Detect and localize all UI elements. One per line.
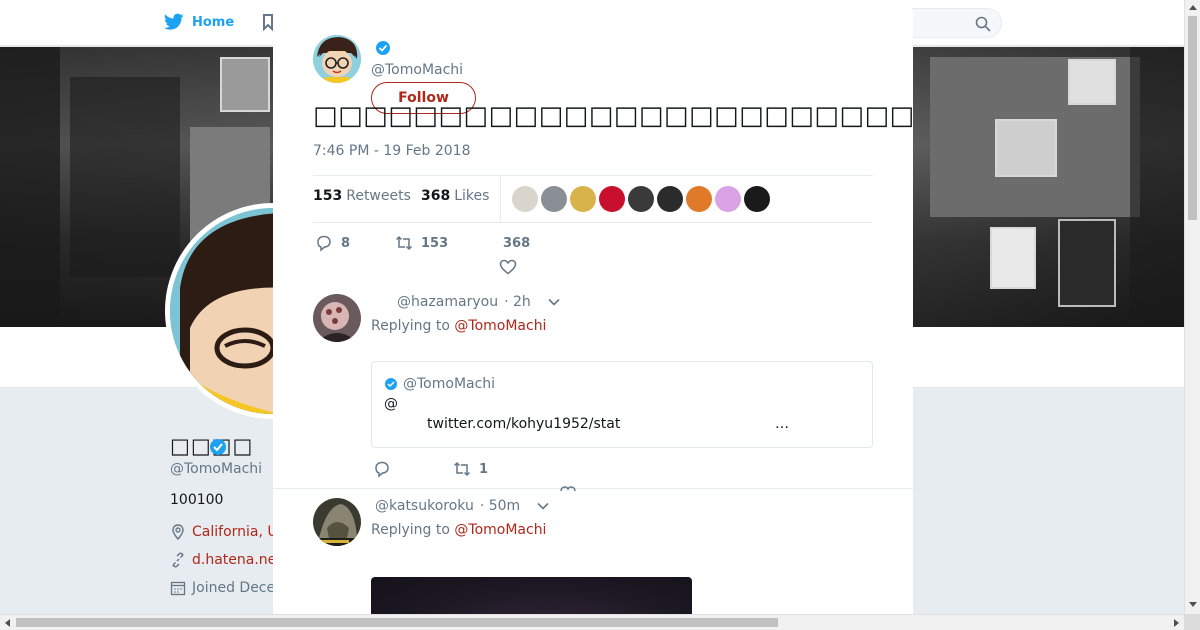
- retweet-icon: [395, 235, 413, 251]
- verified-badge-icon: [385, 378, 397, 390]
- reply-actions: 1: [371, 460, 671, 492]
- reply-avatar[interactable]: [313, 498, 361, 546]
- like-count: 368: [503, 236, 531, 251]
- chevron-down-icon[interactable]: [536, 499, 550, 513]
- reply-action[interactable]: 8: [315, 234, 350, 252]
- reply-tweet[interactable]: @katsukoroku · 50m Replying to @TomoMach…: [273, 490, 913, 614]
- close-icon[interactable]: [1154, 12, 1178, 36]
- liker-avatar[interactable]: [744, 186, 770, 212]
- retweets-label: Retweets: [346, 188, 411, 204]
- scroll-left-arrow-icon[interactable]: [5, 619, 10, 627]
- replying-to: Replying to @TomoMachi: [371, 318, 546, 334]
- reply-header: @hazamaryou · 2h: [371, 294, 561, 310]
- liker-avatars: [512, 186, 770, 212]
- scrollbar-corner: [1184, 614, 1200, 630]
- heart-icon[interactable]: [499, 258, 517, 276]
- tweet-text: □□□□□□□□□□□□□□□□□□□□□□□□□□□□□□□□□□□□□□□□…: [313, 100, 913, 132]
- tweet-text-content: □□□□□□□□□□□□□□□□□□□□□□□□□□□□□□□□□□□□□□□□…: [313, 101, 913, 131]
- reply-handle[interactable]: @katsukoroku: [375, 498, 474, 514]
- vertical-scroll-thumb[interactable]: [1188, 16, 1197, 220]
- reply-count: 8: [341, 235, 351, 251]
- retweet-count: 1: [479, 461, 489, 477]
- liker-avatar[interactable]: [628, 186, 654, 212]
- likes-count: 368: [421, 188, 451, 204]
- retweet-count: 153: [421, 235, 449, 251]
- scroll-right-arrow-icon[interactable]: [1174, 619, 1179, 627]
- author-avatar[interactable]: [313, 35, 361, 83]
- liker-avatar[interactable]: [599, 186, 625, 212]
- horizontal-scrollbar[interactable]: [0, 614, 1184, 630]
- liker-avatar[interactable]: [541, 186, 567, 212]
- scroll-down-arrow-icon[interactable]: [1189, 602, 1197, 607]
- quoted-tweet-link[interactable]: twitter.com/kohyu1952/stat: [427, 416, 620, 432]
- tweet-timestamp[interactable]: 7:46 PM - 19 Feb 2018: [313, 143, 471, 159]
- liker-avatar[interactable]: [686, 186, 712, 212]
- reply-icon: [317, 235, 331, 252]
- retweet-icon: [453, 461, 471, 477]
- verified-badge-icon: [376, 41, 390, 55]
- retweets-stat[interactable]: 153 Retweets: [313, 188, 411, 204]
- horizontal-scroll-thumb[interactable]: [16, 618, 778, 627]
- reply-icon: [375, 461, 389, 478]
- reply-handle[interactable]: @hazamaryou: [397, 294, 498, 310]
- replying-to: Replying to @TomoMachi: [371, 522, 546, 538]
- author-handle[interactable]: @TomoMachi: [371, 62, 463, 78]
- reply-header: @katsukoroku · 50m: [371, 498, 550, 514]
- replying-to-prefix: Replying to: [371, 522, 450, 538]
- tweet-stats: 153 Retweets 368 Likes: [313, 175, 873, 223]
- quoted-tweet-header: @TomoMachi: [384, 376, 495, 392]
- retweet-action[interactable]: 153: [395, 234, 448, 252]
- replying-to-link[interactable]: @TomoMachi: [454, 522, 546, 538]
- reply-media-image[interactable]: [371, 577, 692, 614]
- reply-tweet[interactable]: @hazamaryou · 2h Replying to @TomoMachi …: [273, 286, 913, 492]
- likes-stat[interactable]: 368 Likes: [421, 188, 489, 204]
- tweet-actions: 8 153 368: [313, 234, 873, 278]
- liker-avatar[interactable]: [657, 186, 683, 212]
- vertical-scrollbar[interactable]: [1184, 0, 1200, 614]
- tweet-modal: @TomoMachi Follow □□□□□□□□□□□□□□□□□□□□□□…: [273, 6, 913, 614]
- reply-time[interactable]: · 50m: [480, 498, 520, 514]
- retweets-count: 153: [313, 188, 343, 204]
- reply-time[interactable]: · 2h: [504, 294, 531, 310]
- quoted-tweet-mention: @: [384, 396, 398, 412]
- quoted-tweet-ellipsis: …: [775, 416, 789, 432]
- retweet-action[interactable]: 1: [453, 460, 488, 478]
- replying-to-link[interactable]: @TomoMachi: [454, 318, 546, 334]
- replying-to-prefix: Replying to: [371, 318, 450, 334]
- likes-label: Likes: [454, 188, 490, 204]
- quoted-tweet[interactable]: @TomoMachi @ twitter.com/kohyu1952/stat …: [371, 361, 873, 448]
- liker-avatar[interactable]: [570, 186, 596, 212]
- chevron-down-icon[interactable]: [547, 295, 561, 309]
- stats-divider: [500, 176, 501, 222]
- quoted-tweet-handle: @TomoMachi: [403, 376, 496, 392]
- reply-action[interactable]: [373, 460, 391, 478]
- reply-avatar[interactable]: [313, 294, 361, 342]
- liker-avatar[interactable]: [512, 186, 538, 212]
- liker-avatar[interactable]: [715, 186, 741, 212]
- scroll-up-arrow-icon[interactable]: [1189, 5, 1197, 10]
